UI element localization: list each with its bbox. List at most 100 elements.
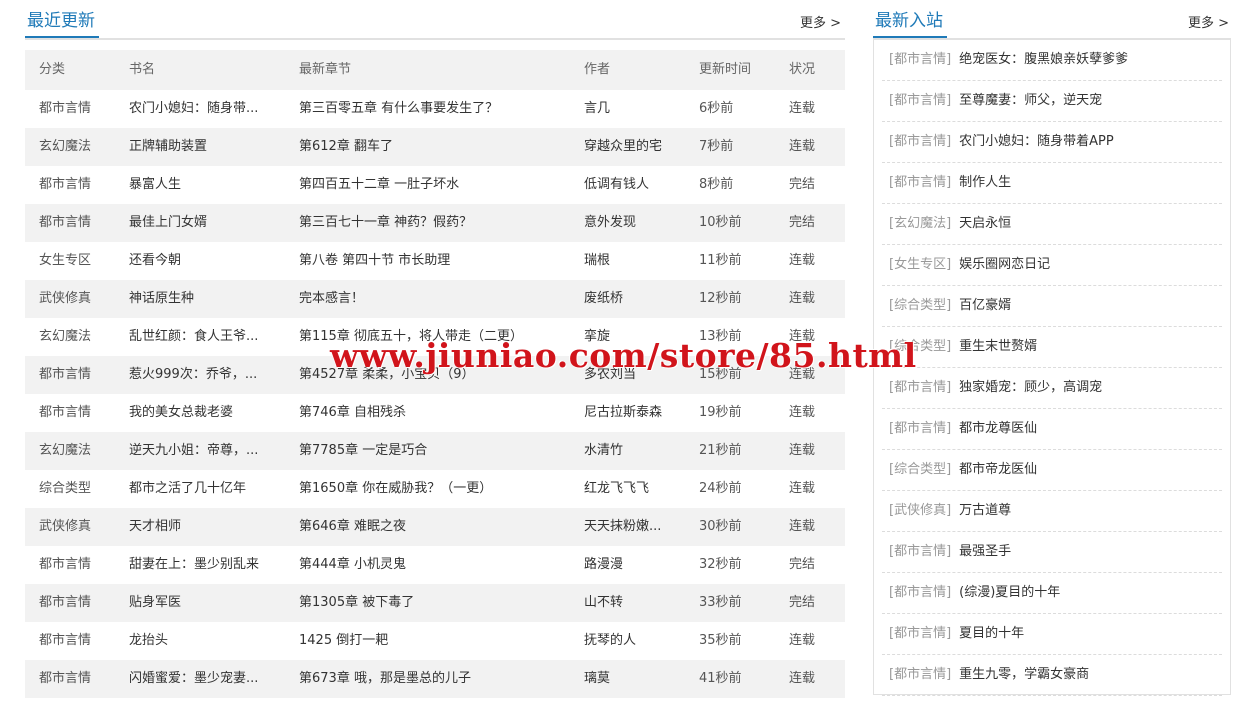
latest-chapter-link[interactable]: 第四百五十二章 一肚子坏水 xyxy=(299,166,584,204)
list-item-book-link[interactable]: (综漫)夏目的十年 xyxy=(959,585,1060,600)
list-item-category[interactable]: [综合类型] xyxy=(889,298,951,313)
book-title-link[interactable]: 惹火999次：乔爷，... xyxy=(129,356,299,394)
list-item-category[interactable]: [综合类型] xyxy=(889,462,951,477)
book-title-link[interactable]: 都市之活了几十亿年 xyxy=(129,470,299,508)
author-link[interactable]: 路漫漫 xyxy=(584,546,699,584)
category-cell[interactable]: 女生专区 xyxy=(25,242,129,280)
category-cell[interactable]: 都市言情 xyxy=(25,394,129,432)
author-link[interactable]: 言几 xyxy=(584,90,699,128)
list-item-category[interactable]: [都市言情] xyxy=(889,544,951,559)
latest-chapter-link[interactable]: 完本感言！ xyxy=(299,280,584,318)
category-cell[interactable]: 玄幻魔法 xyxy=(25,128,129,166)
list-item-book-link[interactable]: 娱乐圈网恋日记 xyxy=(959,257,1050,272)
list-item-book-link[interactable]: 最强圣手 xyxy=(959,544,1011,559)
list-item-book-link[interactable]: 重生九零，学霸女豪商 xyxy=(959,667,1089,682)
latest-chapter-link[interactable]: 第7785章 一定是巧合 xyxy=(299,432,584,470)
book-title-link[interactable]: 乱世红颜：食人王爷... xyxy=(129,318,299,356)
list-item-category[interactable]: [女生专区] xyxy=(889,257,951,272)
list-item-category[interactable]: [玄幻魔法] xyxy=(889,216,951,231)
book-title-link[interactable]: 神话原生种 xyxy=(129,280,299,318)
author-link[interactable]: 水清竹 xyxy=(584,432,699,470)
author-link[interactable]: 尼古拉斯泰森 xyxy=(584,394,699,432)
latest-chapter-link[interactable]: 1425 倒打一耙 xyxy=(299,622,584,660)
recent-updates-more-link[interactable]: 更多 > xyxy=(800,12,841,31)
category-cell[interactable]: 都市言情 xyxy=(25,90,129,128)
book-title-link[interactable]: 贴身军医 xyxy=(129,584,299,622)
list-item-category[interactable]: [都市言情] xyxy=(889,175,951,190)
category-cell[interactable]: 玄幻魔法 xyxy=(25,432,129,470)
latest-chapter-link[interactable]: 第673章 哦，那是墨总的儿子 xyxy=(299,660,584,698)
category-cell[interactable]: 都市言情 xyxy=(25,660,129,698)
category-cell[interactable]: 都市言情 xyxy=(25,546,129,584)
author-link[interactable]: 瑞根 xyxy=(584,242,699,280)
book-title-link[interactable]: 天才相师 xyxy=(129,508,299,546)
category-cell[interactable]: 都市言情 xyxy=(25,356,129,394)
latest-chapter-link[interactable]: 第646章 难眠之夜 xyxy=(299,508,584,546)
author-link[interactable]: 红龙飞飞飞 xyxy=(584,470,699,508)
category-cell[interactable]: 都市言情 xyxy=(25,166,129,204)
list-item-category[interactable]: [都市言情] xyxy=(889,585,951,600)
category-cell[interactable]: 武侠修真 xyxy=(25,508,129,546)
list-item-book-link[interactable]: 制作人生 xyxy=(959,175,1011,190)
book-title-link[interactable]: 暴富人生 xyxy=(129,166,299,204)
list-item-category[interactable]: [都市言情] xyxy=(889,134,951,149)
list-item-book-link[interactable]: 夏目的十年 xyxy=(959,626,1024,641)
list-item-category[interactable]: [都市言情] xyxy=(889,380,951,395)
book-title-link[interactable]: 农门小媳妇：随身带... xyxy=(129,90,299,128)
category-cell[interactable]: 玄幻魔法 xyxy=(25,318,129,356)
list-item-book-link[interactable]: 独家婚宠：顾少，高调宠 xyxy=(959,380,1102,395)
author-link[interactable]: 山不转 xyxy=(584,584,699,622)
author-link[interactable]: 璃莫 xyxy=(584,660,699,698)
category-cell[interactable]: 武侠修真 xyxy=(25,280,129,318)
category-cell[interactable]: 都市言情 xyxy=(25,584,129,622)
book-title-link[interactable]: 甜妻在上：墨少别乱来 xyxy=(129,546,299,584)
list-item-category[interactable]: [都市言情] xyxy=(889,52,951,67)
list-item-category[interactable]: [都市言情] xyxy=(889,421,951,436)
newest-books-more-link[interactable]: 更多 > xyxy=(1188,12,1229,31)
latest-chapter-link[interactable]: 第115章 彻底五十，将人带走（二更） xyxy=(299,318,584,356)
book-title-link[interactable]: 正牌辅助装置 xyxy=(129,128,299,166)
book-title-link[interactable]: 逆天九小姐：帝尊，... xyxy=(129,432,299,470)
list-item-book-link[interactable]: 农门小媳妇：随身带着APP xyxy=(959,134,1114,149)
latest-chapter-link[interactable]: 第三百七十一章 神药？假药？ xyxy=(299,204,584,242)
list-item-book-link[interactable]: 都市龙尊医仙 xyxy=(959,421,1037,436)
list-item-book-link[interactable]: 重生末世赘婿 xyxy=(959,339,1037,354)
book-title-link[interactable]: 还看今朝 xyxy=(129,242,299,280)
update-time-cell: 19秒前 xyxy=(699,405,742,420)
book-title-link[interactable]: 我的美女总裁老婆 xyxy=(129,394,299,432)
latest-chapter-link[interactable]: 第746章 自相残杀 xyxy=(299,394,584,432)
list-item-category[interactable]: [都市言情] xyxy=(889,667,951,682)
table-row: 都市言情 农门小媳妇：随身带... 第三百零五章 有什么事要发生了？ 言几 6秒前 连载 xyxy=(25,90,845,128)
category-cell[interactable]: 都市言情 xyxy=(25,622,129,660)
latest-chapter-link[interactable]: 第612章 翻车了 xyxy=(299,128,584,166)
author-link[interactable]: 抚琴的人 xyxy=(584,622,699,660)
latest-chapter-link[interactable]: 第4527章 柔柔，小宝贝（9） xyxy=(299,356,584,394)
author-link[interactable]: 天天抹粉嫩... xyxy=(584,508,699,546)
list-item-book-link[interactable]: 万古道尊 xyxy=(959,503,1011,518)
latest-chapter-link[interactable]: 第1305章 被下毒了 xyxy=(299,584,584,622)
latest-chapter-link[interactable]: 第三百零五章 有什么事要发生了？ xyxy=(299,90,584,128)
book-title-link[interactable]: 最佳上门女婿 xyxy=(129,204,299,242)
category-cell[interactable]: 综合类型 xyxy=(25,470,129,508)
author-link[interactable]: 废纸桥 xyxy=(584,280,699,318)
book-title-link[interactable]: 闪婚蜜爱：墨少宠妻... xyxy=(129,660,299,698)
list-item-category[interactable]: [都市言情] xyxy=(889,93,951,108)
author-link[interactable]: 多农刘当 xyxy=(584,356,699,394)
list-item-category[interactable]: [都市言情] xyxy=(889,626,951,641)
list-item-book-link[interactable]: 绝宠医女：腹黑娘亲妖孽爹爹 xyxy=(959,52,1128,67)
list-item-book-link[interactable]: 百亿豪婿 xyxy=(959,298,1011,313)
book-title-link[interactable]: 龙抬头 xyxy=(129,622,299,660)
list-item-book-link[interactable]: 天启永恒 xyxy=(959,216,1011,231)
author-link[interactable]: 挛旋 xyxy=(584,318,699,356)
latest-chapter-link[interactable]: 第1650章 你在威胁我？（一更） xyxy=(299,470,584,508)
latest-chapter-link[interactable]: 第八卷 第四十节 市长助理 xyxy=(299,242,584,280)
author-link[interactable]: 意外发现 xyxy=(584,204,699,242)
list-item-category[interactable]: [武侠修真] xyxy=(889,503,951,518)
author-link[interactable]: 穿越众里的宅 xyxy=(584,128,699,166)
latest-chapter-link[interactable]: 第444章 小机灵鬼 xyxy=(299,546,584,584)
list-item-book-link[interactable]: 至尊魔妻：师父，逆天宠 xyxy=(959,93,1102,108)
list-item-book-link[interactable]: 都市帝龙医仙 xyxy=(959,462,1037,477)
category-cell[interactable]: 都市言情 xyxy=(25,204,129,242)
list-item-category[interactable]: [综合类型] xyxy=(889,339,951,354)
author-link[interactable]: 低调有钱人 xyxy=(584,166,699,204)
